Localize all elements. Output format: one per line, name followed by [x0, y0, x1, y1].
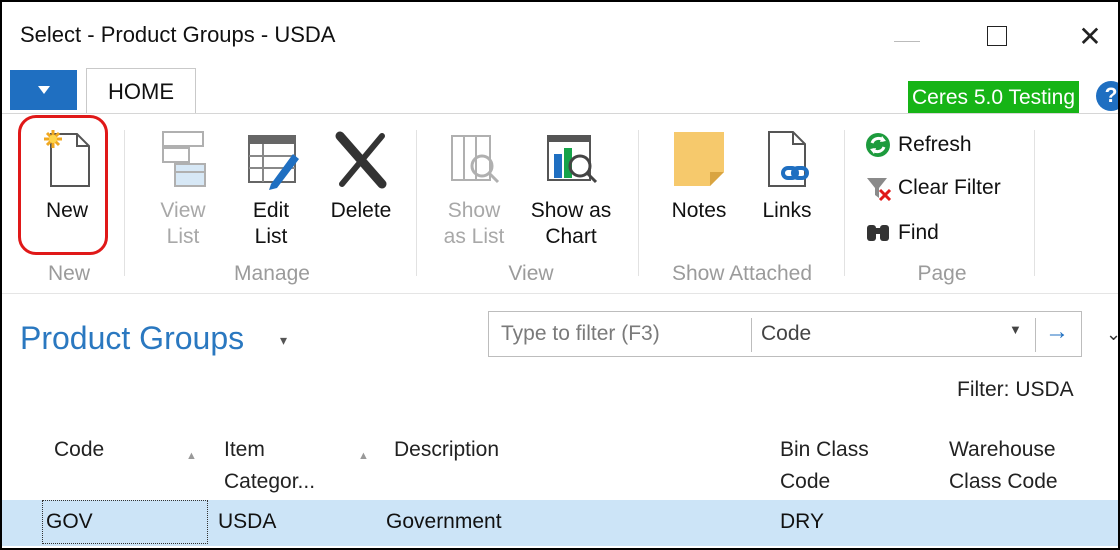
divider	[2, 293, 1118, 294]
delete-button[interactable]: Delete	[320, 128, 402, 224]
group-separator	[1034, 130, 1035, 276]
refresh-button[interactable]: Refresh	[864, 130, 972, 160]
find-label: Find	[898, 221, 939, 244]
edit-list-button[interactable]: Edit List	[236, 128, 306, 250]
active-filter-text: Filter: USDA	[957, 378, 1074, 401]
view-list-icon	[162, 131, 206, 187]
column-header-code[interactable]: Code	[54, 434, 104, 466]
title-bar: Select - Product Groups - USDA ✕	[2, 2, 1118, 68]
column-header-description[interactable]: Description	[394, 434, 499, 466]
edit-list-icon	[248, 135, 299, 190]
view-list-label-2: List	[166, 225, 200, 248]
column-header-bin-class-code[interactable]: Bin Class Code	[780, 434, 869, 498]
sort-ascending-icon[interactable]: ▲	[358, 450, 369, 462]
show-as-list-icon	[451, 135, 500, 184]
table-row[interactable]: GOV USDA Government DRY	[2, 500, 1118, 546]
group-label-new: New	[47, 262, 90, 285]
column-header-label: Description	[394, 438, 500, 461]
view-list-label-1: View	[160, 199, 206, 222]
cell-bin-class-code[interactable]: DRY	[780, 510, 824, 534]
edit-list-label-1: Edit	[252, 199, 290, 222]
help-icon[interactable]: ?	[1096, 81, 1118, 111]
ribbon: New New View List Edit List Delete Manag…	[2, 114, 1118, 292]
column-header-label: Warehouse	[949, 438, 1056, 461]
dropdown-triangle-icon	[37, 86, 50, 94]
cell-item-category[interactable]: USDA	[218, 510, 276, 534]
chevron-down-icon[interactable]: ▼	[1009, 322, 1022, 337]
show-as-chart-icon	[547, 135, 598, 184]
binoculars-icon	[867, 225, 889, 241]
group-label-show-attached: Show Attached	[671, 262, 813, 285]
delete-x-icon	[335, 131, 387, 189]
show-as-list-label-2: as List	[443, 225, 505, 248]
filter-input[interactable]: Type to filter (F3)	[501, 322, 660, 346]
column-header-warehouse-class-code[interactable]: Warehouse Class Code	[949, 434, 1058, 498]
column-header-label: Class Code	[949, 470, 1058, 493]
group-separator	[638, 130, 639, 276]
view-list-button[interactable]: View List	[148, 128, 218, 250]
refresh-label: Refresh	[898, 133, 972, 156]
group-separator	[124, 130, 125, 276]
column-header-item-category[interactable]: Item Categor...	[224, 434, 315, 498]
show-as-list-button[interactable]: Show as List	[438, 128, 510, 250]
apply-filter-arrow-icon[interactable]: →	[1045, 318, 1069, 346]
window-title: Select - Product Groups - USDA	[20, 22, 336, 47]
cell-description[interactable]: Government	[386, 510, 502, 534]
links-button[interactable]: Links	[752, 128, 822, 224]
page-title-dropdown-icon[interactable]: ▾	[280, 332, 287, 349]
notes-label: Notes	[671, 199, 727, 222]
clear-filter-icon	[867, 178, 892, 202]
group-label-page: Page	[917, 262, 967, 285]
group-separator	[416, 130, 417, 276]
find-button[interactable]: Find	[864, 218, 939, 248]
links-icon	[768, 131, 809, 187]
close-button[interactable]: ✕	[1070, 16, 1110, 56]
divider	[751, 318, 752, 352]
links-label: Links	[762, 199, 812, 222]
column-header-label: Item	[224, 438, 265, 461]
page-title[interactable]: Product Groups	[20, 320, 244, 357]
refresh-icon	[866, 133, 890, 157]
show-as-chart-label-2: Chart	[545, 225, 597, 248]
tab-home[interactable]: HOME	[86, 68, 196, 114]
maximize-icon	[987, 26, 1007, 46]
show-as-chart-button[interactable]: Show as Chart	[524, 128, 618, 250]
filter-box: Type to filter (F3) Code ▼ →	[488, 311, 1082, 357]
group-label-manage: Manage	[234, 262, 310, 285]
notes-button[interactable]: Notes	[662, 128, 736, 224]
group-separator	[844, 130, 845, 276]
show-as-chart-label-1: Show as	[530, 199, 612, 222]
cell-code[interactable]: GOV	[46, 510, 93, 534]
edit-list-label-2: List	[254, 225, 288, 248]
window: Select - Product Groups - USDA ✕ HOME Ce…	[0, 0, 1120, 550]
new-button-highlight	[18, 115, 108, 255]
app-menu-button[interactable]	[10, 70, 77, 110]
close-icon: ✕	[1078, 19, 1102, 53]
filter-field-select[interactable]: Code	[761, 322, 811, 346]
collapse-icon[interactable]: ⌄	[1106, 324, 1118, 345]
column-header-label: Code	[54, 438, 105, 461]
column-header-label: Bin Class	[780, 438, 869, 461]
maximize-button[interactable]	[977, 16, 1017, 56]
minimize-icon	[894, 40, 920, 42]
environment-badge: Ceres 5.0 Testing	[908, 81, 1080, 114]
minimize-button[interactable]	[887, 16, 927, 56]
notes-icon	[674, 132, 724, 186]
clear-filter-button[interactable]: Clear Filter	[864, 173, 1001, 203]
divider	[1035, 318, 1036, 352]
group-label-view: View	[508, 262, 554, 285]
column-header-label: Code	[780, 470, 831, 493]
clear-filter-label: Clear Filter	[898, 176, 1001, 199]
sort-ascending-icon[interactable]: ▲	[186, 450, 197, 462]
show-as-list-label-1: Show	[447, 199, 501, 222]
delete-label: Delete	[330, 199, 392, 222]
column-header-label: Categor...	[224, 470, 316, 493]
